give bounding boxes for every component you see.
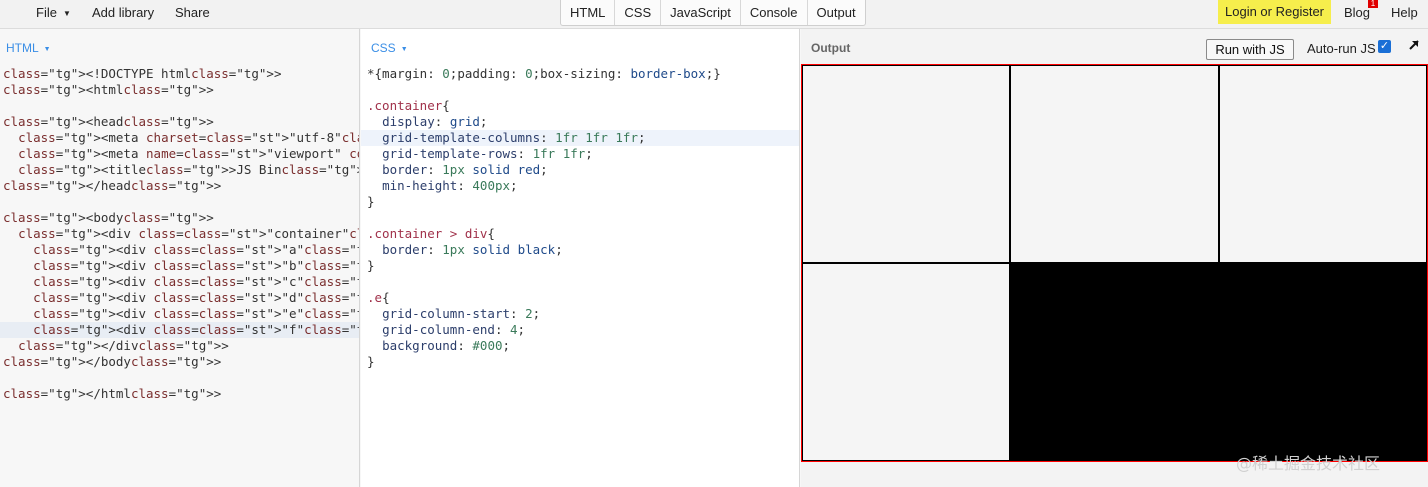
auto-run-checkbox[interactable]: ✓ (1378, 40, 1391, 53)
file-menu-label: File (36, 5, 57, 20)
css-code-line[interactable]: } (361, 194, 799, 210)
html-code-line[interactable]: class="tg"></divclass="tg">> (0, 338, 359, 354)
html-code-line[interactable] (0, 98, 359, 114)
html-code-line[interactable]: class="tg"><div class=class="st">"f"clas… (0, 322, 359, 338)
css-panel-label: CSS (371, 41, 396, 55)
html-code-line[interactable]: class="tg"><div class=class="st">"a"clas… (0, 242, 359, 258)
panel-tabs: HTML CSS JavaScript Console Output (560, 0, 866, 26)
css-code-editor[interactable]: *{margin: 0;padding: 0;box-sizing: borde… (361, 66, 799, 370)
tab-javascript[interactable]: JavaScript (661, 0, 741, 25)
html-code-line[interactable]: class="tg"><titleclass="tg">>JS Binclass… (0, 162, 359, 178)
css-code-line[interactable]: .container > div{ (361, 226, 799, 242)
css-code-line[interactable]: grid-column-start: 2; (361, 306, 799, 322)
html-editor-panel[interactable]: HTML ▼ class="tg"><!DOCTYPE htmlclass="tg… (0, 29, 360, 487)
add-library-button[interactable]: Add library (92, 0, 154, 26)
html-code-line[interactable]: class="tg"><headclass="tg">> (0, 114, 359, 130)
css-code-line[interactable]: background: #000; (361, 338, 799, 354)
html-code-line[interactable]: class="tg"><!DOCTYPE htmlclass="tg">> (0, 66, 359, 82)
watermark: @稀土掘金技术社区 (1236, 454, 1381, 473)
top-bar: File ▼ Add library Share HTML CSS JavaScr… (0, 0, 1428, 29)
tab-output[interactable]: Output (808, 0, 865, 25)
grid-cell-c (1218, 65, 1427, 263)
html-code-line[interactable]: class="tg"><bodyclass="tg">> (0, 210, 359, 226)
run-with-js-button[interactable]: Run with JS (1206, 39, 1294, 60)
html-panel-menu[interactable]: HTML ▼ (6, 41, 51, 55)
html-code-line[interactable]: class="tg"><div class=class="st">"d"clas… (0, 290, 359, 306)
html-panel-label: HTML (6, 41, 39, 55)
file-menu[interactable]: File ▼ (36, 0, 71, 26)
html-code-line[interactable]: class="tg"><meta charset=class="st">"utf… (0, 130, 359, 146)
css-code-line[interactable] (361, 210, 799, 226)
css-code-line[interactable]: } (361, 354, 799, 370)
css-code-line[interactable]: } (361, 258, 799, 274)
auto-run-label: Auto-run JS (1307, 41, 1376, 56)
grid-cell-a (802, 65, 1011, 263)
login-register-button[interactable]: Login or Register (1218, 0, 1331, 24)
html-code-line[interactable]: class="tg"><div class=class="st">"c"clas… (0, 274, 359, 290)
css-code-line[interactable] (361, 274, 799, 290)
grid-cell-d (802, 263, 1011, 461)
help-link[interactable]: Help (1391, 0, 1418, 26)
arrow-up-right-icon[interactable] (1407, 38, 1421, 52)
css-code-line[interactable]: .e{ (361, 290, 799, 306)
css-editor-panel[interactable]: CSS ▼ *{margin: 0;padding: 0;box-sizing: … (361, 29, 800, 487)
chevron-down-icon: ▼ (43, 46, 51, 53)
css-panel-menu[interactable]: CSS ▼ (371, 41, 408, 55)
css-code-line[interactable] (361, 82, 799, 98)
html-code-line[interactable] (0, 194, 359, 210)
css-code-line[interactable]: min-height: 400px; (361, 178, 799, 194)
html-code-line[interactable]: class="tg"></htmlclass="tg">> (0, 386, 359, 402)
share-button[interactable]: Share (175, 0, 210, 26)
chevron-down-icon: ▼ (62, 9, 71, 18)
grid-cell-b (1010, 65, 1219, 263)
html-code-editor[interactable]: class="tg"><!DOCTYPE htmlclass="tg">> cla… (0, 66, 359, 402)
css-code-line[interactable]: *{margin: 0;padding: 0;box-sizing: borde… (361, 66, 799, 82)
tab-html[interactable]: HTML (561, 0, 616, 25)
html-code-line[interactable]: class="tg"><div class=class="st">"b"clas… (0, 258, 359, 274)
output-title: Output (811, 41, 851, 55)
grid-cell-e (1010, 263, 1427, 461)
html-code-line[interactable]: class="tg"><htmlclass="tg">> (0, 82, 359, 98)
html-code-line[interactable]: class="tg"><meta name=class="st">"viewpo… (0, 146, 359, 162)
tab-css[interactable]: CSS (615, 0, 662, 25)
html-code-line[interactable]: class="tg"></bodyclass="tg">> (0, 354, 359, 370)
output-panel: Output Run with JS Auto-run JS ✓ (801, 29, 1428, 487)
html-code-line[interactable] (0, 370, 359, 386)
css-code-line[interactable]: border: 1px solid black; (361, 242, 799, 258)
css-code-line[interactable]: grid-column-end: 4; (361, 322, 799, 338)
css-code-line[interactable]: grid-template-rows: 1fr 1fr; (361, 146, 799, 162)
css-code-line[interactable]: .container{ (361, 98, 799, 114)
notification-badge: 1 (1368, 0, 1378, 8)
html-code-line[interactable]: class="tg"></headclass="tg">> (0, 178, 359, 194)
css-code-line[interactable]: display: grid; (361, 114, 799, 130)
css-code-line[interactable]: border: 1px solid red; (361, 162, 799, 178)
output-grid-container (801, 64, 1428, 462)
html-code-line[interactable]: class="tg"><div class=class="st">"e"clas… (0, 306, 359, 322)
tab-console[interactable]: Console (741, 0, 808, 25)
chevron-down-icon: ▼ (400, 46, 408, 53)
blog-link[interactable]: Blog (1344, 0, 1370, 26)
css-code-line[interactable]: grid-template-columns: 1fr 1fr 1fr; (361, 130, 799, 146)
html-code-line[interactable]: class="tg"><div class=class="st">"contai… (0, 226, 359, 242)
